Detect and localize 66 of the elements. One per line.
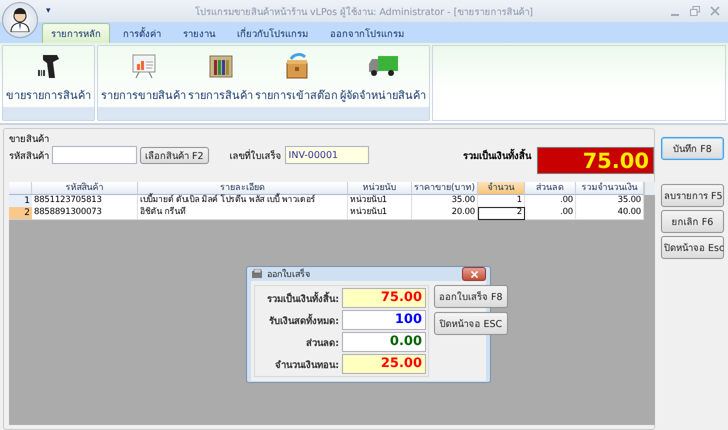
dialog-button[interactable]: ออกใบเสร็จ F8 <box>434 285 508 308</box>
total-label: รวมเป็นเงินทั้งสิ้น <box>463 148 531 163</box>
amount-field[interactable]: 25.00 <box>342 354 426 374</box>
receipt-icon <box>251 269 263 279</box>
total-amount-display: 75.00 <box>537 147 654 174</box>
ribbon-command[interactable]: รายการเข้าสต๊อก <box>254 50 339 107</box>
vertical-scrollbar[interactable] <box>644 182 655 195</box>
row-number[interactable]: 1 <box>9 194 32 208</box>
product-code-field[interactable] <box>52 146 137 164</box>
field-label: ส่วนลด: <box>305 336 339 350</box>
field-label: รวมเป็นเงินทั้งสิ้น: <box>266 290 339 306</box>
table-cell: 2 <box>478 207 525 220</box>
window-title: โปรแกรมขายสินค้าหน้าร้าน vLPos ผู้ใช้งาน: Administrator - [ขายรายการสินค้า] <box>194 5 534 18</box>
ribbon-tab[interactable]: รายงาน <box>174 23 224 43</box>
column-header[interactable]: ส่วนลด <box>525 182 576 195</box>
dialog-title: ออกใบเสร็จ <box>267 268 311 281</box>
column-header[interactable]: รหัสสินค้า <box>32 182 138 195</box>
corner-header <box>9 182 32 195</box>
amount-field[interactable]: 75.00 <box>342 288 426 308</box>
table-cell: หน่วยนับ1 <box>348 194 412 208</box>
group-label: ขายสินค้า <box>9 133 50 146</box>
ribbon-tab[interactable]: เกี่ยวกับโปรแกรม <box>228 23 317 43</box>
action-button[interactable]: ลบรายการ F5 <box>661 184 724 207</box>
receipt-number-field[interactable]: INV-00001 <box>284 146 369 164</box>
user-icon <box>9 8 31 32</box>
column-header[interactable]: ราคาขาย(บาท) <box>412 182 478 195</box>
field-label: รับเงินสดทั้งหมด: <box>268 312 339 328</box>
action-button[interactable]: ปิดหน้าจอ Esc <box>661 236 724 259</box>
table-cell: .00 <box>525 207 576 220</box>
table-cell: 8858891300073 <box>32 207 138 220</box>
ribbon-tab[interactable]: การตั้งค่า <box>114 23 170 43</box>
quick-access-menu[interactable]: ▾ <box>46 6 66 16</box>
table-cell: 20.00 <box>412 207 478 220</box>
field-label: รหัสสินค้า <box>9 150 49 162</box>
table-cell: 1 <box>478 194 525 208</box>
amount-field[interactable]: 100 <box>342 310 426 330</box>
close-button[interactable] <box>462 267 486 281</box>
close-icon[interactable] <box>710 6 720 16</box>
table-cell: อิชิตัน กรีนที <box>138 207 348 220</box>
table-cell: เบบี้มายด์ ดับเบิล มิลค์ โปรตีน พลัส เบบี้ พาวเดอร์ <box>138 194 348 208</box>
ribbon-command[interactable]: รายการขายสินค้า <box>100 50 187 107</box>
table-cell: หน่วยนับ1 <box>348 207 412 220</box>
presentation-chart-icon <box>130 52 158 80</box>
ribbon-tab[interactable]: ออกจากโปรแกรม <box>321 23 413 43</box>
restore-icon[interactable] <box>690 6 700 16</box>
table-cell: 8851123705813 <box>32 194 138 208</box>
close-icon <box>470 270 478 278</box>
field-label: จำนวนเงินทอน: <box>274 358 339 372</box>
ribbon-command[interactable]: รายการสินค้า <box>187 50 254 107</box>
field-label: เลขที่ใบเสร็จ <box>230 148 282 162</box>
ribbon-tab[interactable]: รายการหลัก <box>42 23 110 43</box>
column-header[interactable]: รวมจำนวนเงิน <box>576 182 644 195</box>
table-cell: 35.00 <box>576 194 644 208</box>
select-product-button[interactable]: เลือกสินค้า F2 <box>140 146 209 164</box>
dialog-button[interactable]: ปิดหน้าจอ ESC <box>434 312 508 335</box>
action-button[interactable]: บันทึก F8 <box>661 137 724 160</box>
column-header[interactable]: หน่วยนับ <box>348 182 412 195</box>
table-cell: 40.00 <box>576 207 644 220</box>
table-cell: 35.00 <box>412 194 478 208</box>
row-number[interactable]: 2 <box>9 207 32 220</box>
table-cell: .00 <box>525 194 576 208</box>
column-header[interactable]: จำนวน <box>478 182 525 195</box>
amount-field[interactable]: 0.00 <box>342 332 426 352</box>
ribbon-command[interactable]: ผู้จัดจำหน่ายสินค้า <box>339 50 427 107</box>
ribbon-command[interactable]: ขายรายการสินค้า <box>5 50 92 107</box>
action-button[interactable]: ยกเลิก F6 <box>661 210 724 233</box>
